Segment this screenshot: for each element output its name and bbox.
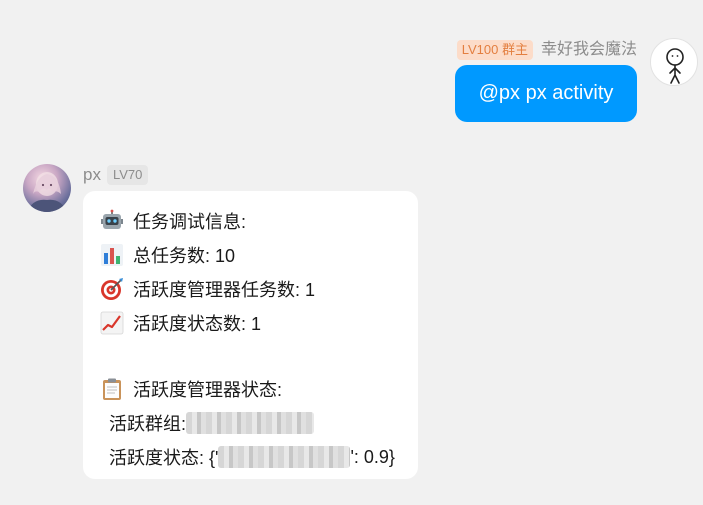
incoming-message-bubble[interactable]: 任务调试信息: 总任务数: 10 活跃度管理器任务数: 1 活跃度状态数: 1 …: [83, 191, 418, 479]
manager-tasks-text: 活跃度管理器任务数: 1: [133, 280, 316, 300]
clipboard-icon: [99, 376, 125, 402]
active-groups-label: 活跃群组:: [109, 414, 187, 434]
outgoing-sender-name[interactable]: 幸好我会魔法: [541, 39, 637, 61]
total-tasks-text: 总任务数: 10: [133, 246, 236, 266]
manager-status-line: 活跃度管理器状态:: [99, 372, 418, 406]
stick-figure-avatar-icon[interactable]: [650, 38, 698, 86]
target-icon: [99, 276, 125, 302]
status-count-line: 活跃度状态数: 1: [99, 306, 418, 340]
total-tasks-line: 总任务数: 10: [99, 238, 418, 272]
manager-tasks-line: 活跃度管理器任务数: 1: [99, 272, 418, 306]
active-status-line: 活跃度状态: {' ': 0.9}: [99, 440, 418, 474]
active-status-prefix: 活跃度状态: {': [109, 448, 219, 468]
status-count-text: 活跃度状态数: 1: [133, 314, 262, 334]
active-groups-line: 活跃群组:: [99, 406, 418, 440]
owner-level-badge: LV100 群主: [456, 40, 533, 60]
robot-icon: [99, 208, 125, 234]
outgoing-message-bubble[interactable]: @px px activity: [455, 65, 637, 122]
debug-title-line: 任务调试信息:: [99, 204, 418, 238]
bar-chart-icon: [99, 242, 125, 268]
level-badge: LV70: [106, 165, 149, 185]
active-status-suffix: ': 0.9}: [350, 446, 395, 467]
debug-title-text: 任务调试信息:: [133, 212, 247, 232]
anime-girl-avatar-icon[interactable]: [23, 164, 71, 212]
redacted-group-list: [186, 412, 315, 434]
incoming-sender-name[interactable]: px: [83, 165, 101, 185]
manager-status-text: 活跃度管理器状态:: [133, 380, 283, 400]
incoming-header: px LV70: [83, 164, 149, 186]
redacted-group-id: [218, 446, 351, 468]
outgoing-header: LV100 群主 幸好我会魔法: [456, 38, 637, 62]
chat-window: LV100 群主 幸好我会魔法 @px px activity px LV70: [0, 0, 703, 505]
trend-up-icon: [99, 310, 125, 336]
